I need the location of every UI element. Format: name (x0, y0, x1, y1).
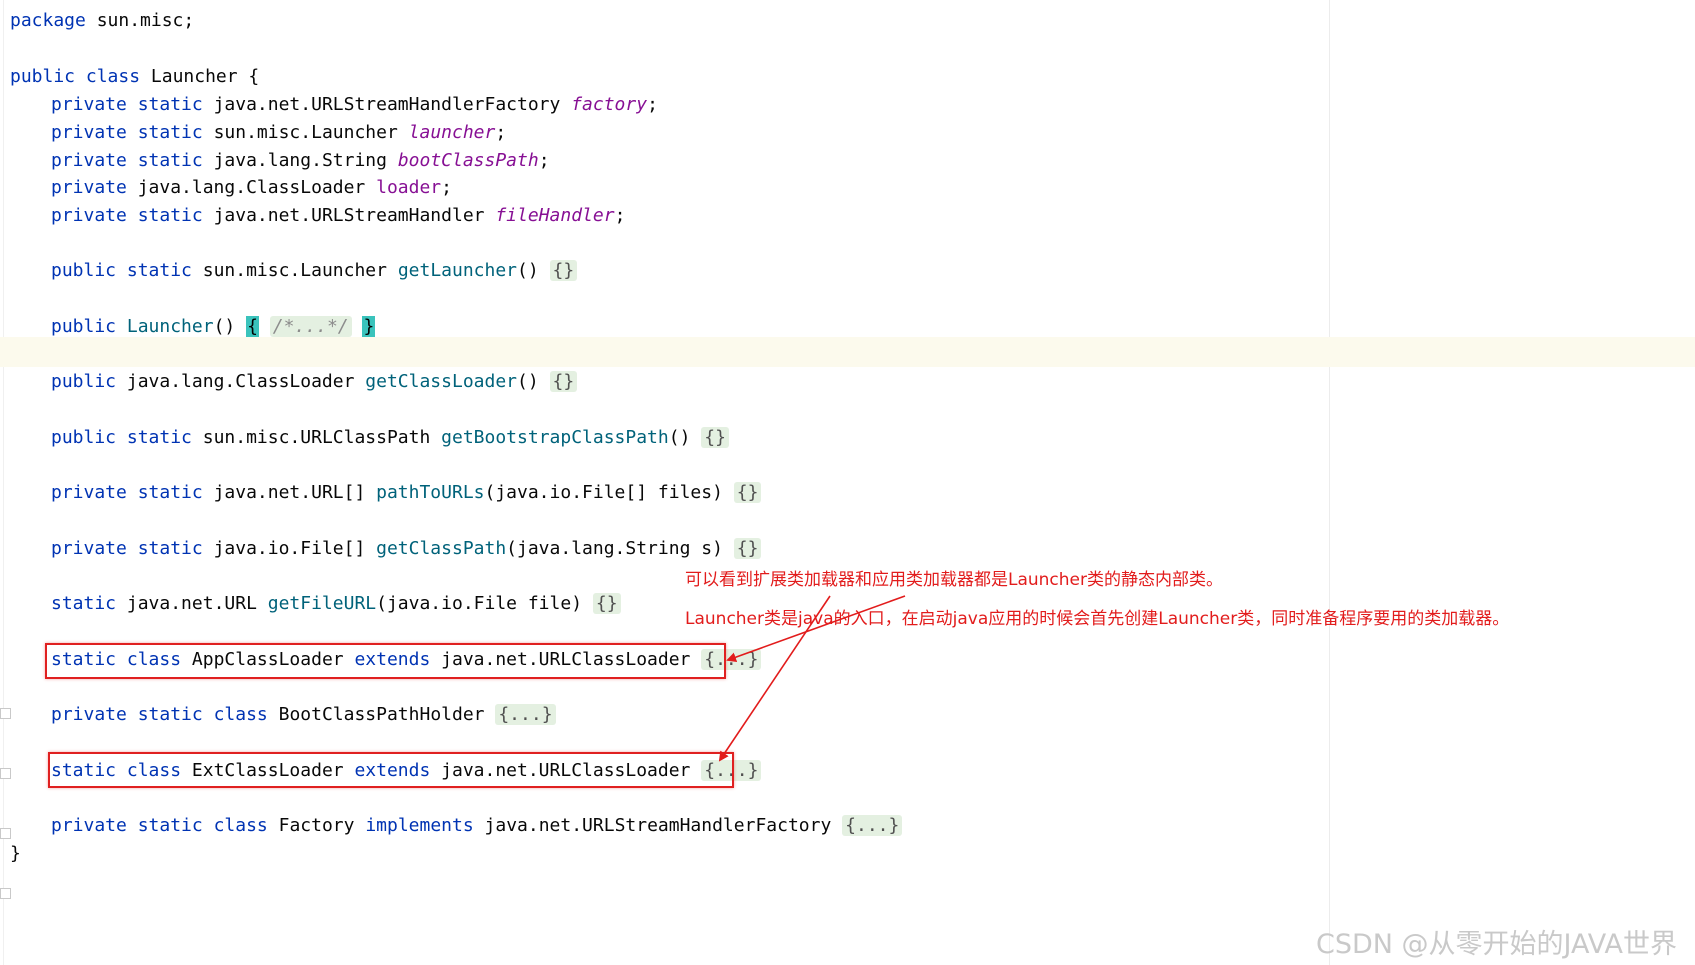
annotation-note-2: Launcher类是java的入口，在启动java应用的时候会首先创建Launc… (685, 609, 1510, 629)
csdn-watermark: CSDN @从零开始的JAVA世界 (1315, 929, 1677, 960)
annotation-arrows (718, 595, 906, 762)
code-editor[interactable]: package sun.misc; public class Launcher … (0, 0, 1695, 965)
annotation-note-1: 可以看到扩展类加载器和应用类加载器都是Launcher类的静态内部类。 (685, 570, 1224, 590)
